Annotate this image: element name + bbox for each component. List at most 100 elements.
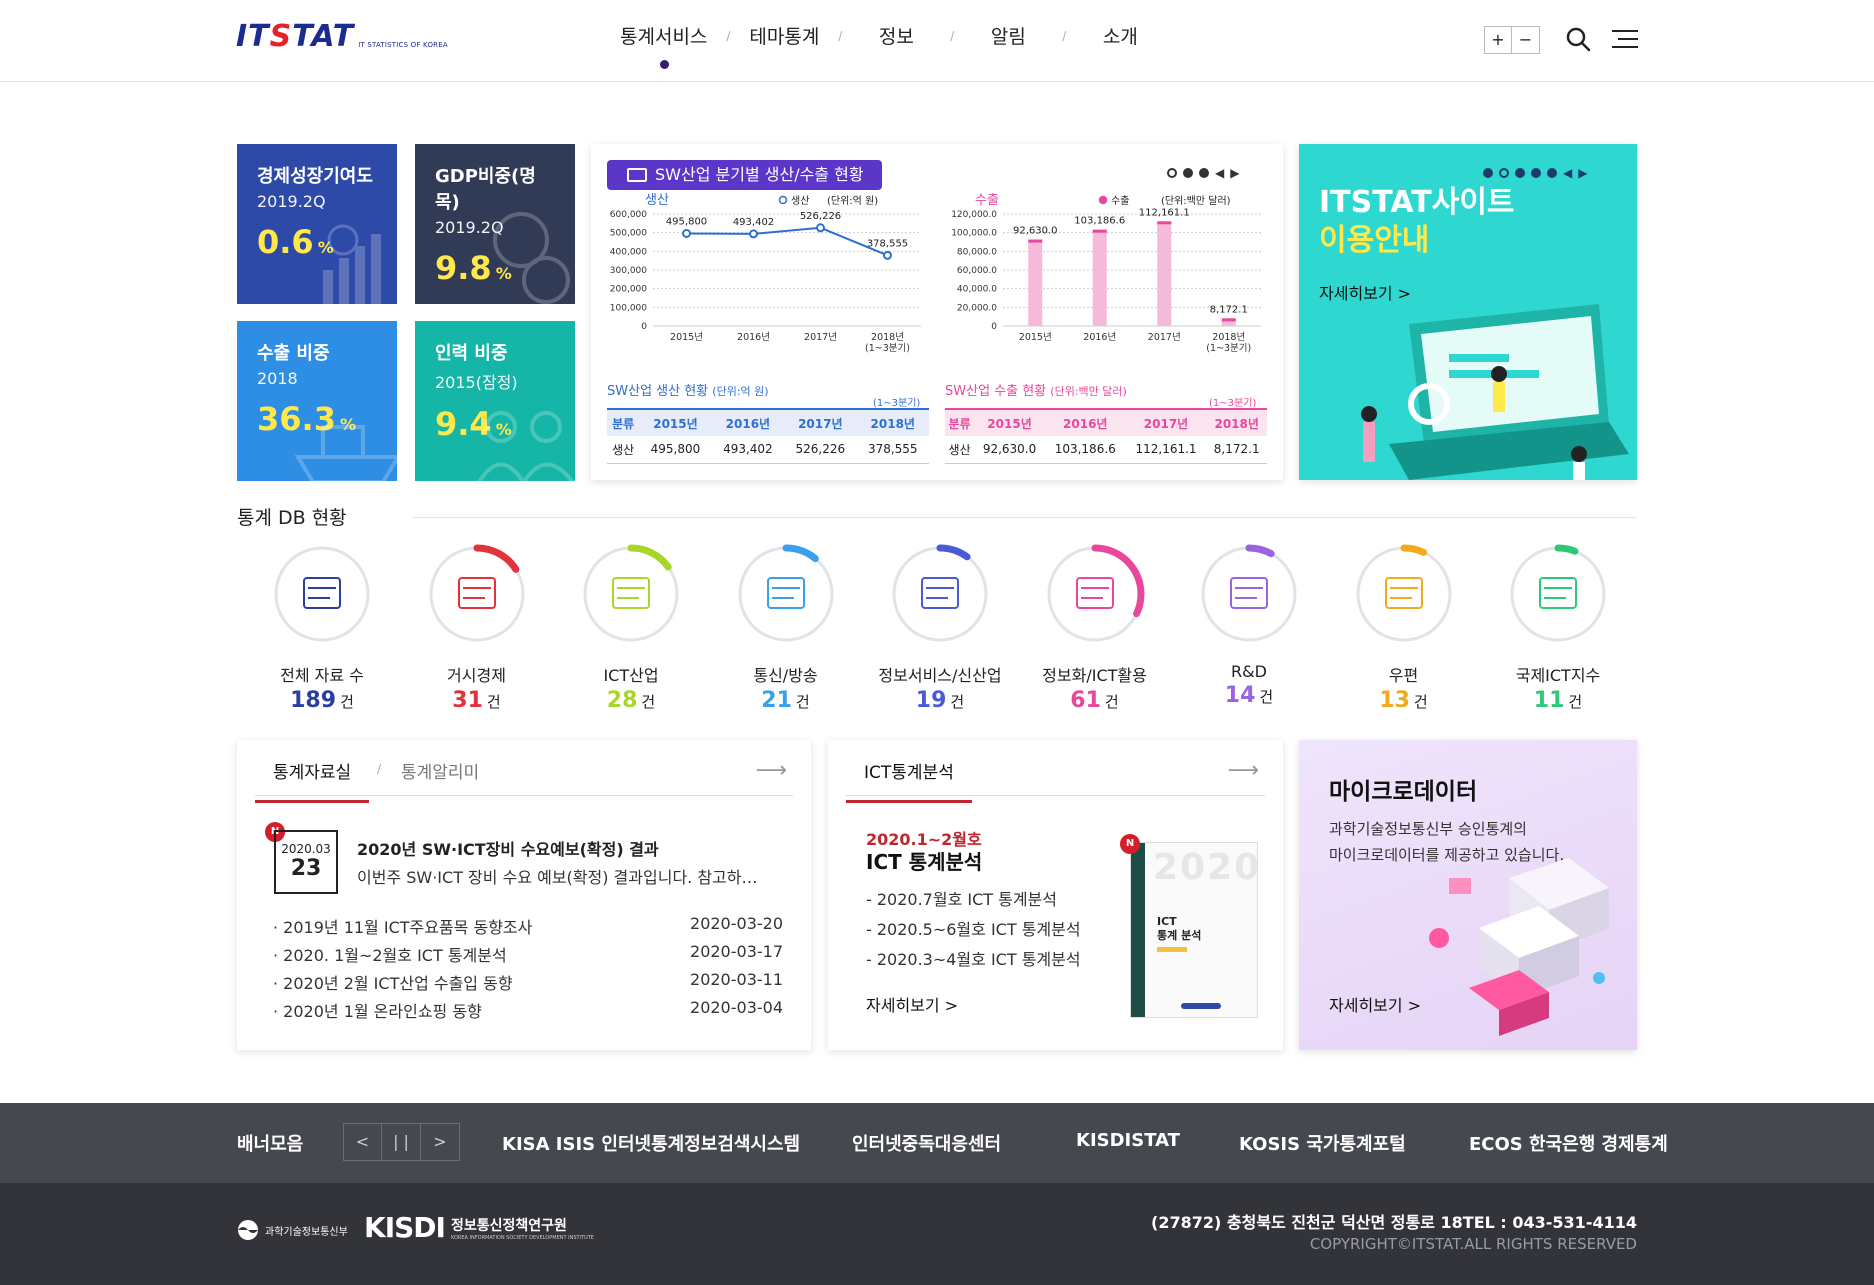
- banner-link[interactable]: ECOS 한국은행 경제통계: [1469, 1130, 1668, 1156]
- site-guide-banner[interactable]: ◀ ▶ ITSTAT사이트 이용안내 자세히보기 >: [1299, 144, 1637, 480]
- data-point: [682, 228, 691, 238]
- y-tick-label: 20,000.0: [957, 303, 997, 313]
- db-ring: [734, 542, 838, 646]
- list-item-date: 2020-03-20: [690, 914, 783, 933]
- x-tick-label: 2015년: [1019, 332, 1052, 343]
- menu-icon[interactable]: [1610, 24, 1640, 54]
- legend-label: 생산: [791, 195, 809, 207]
- table-header: 2017년: [784, 408, 857, 436]
- promo-more-link[interactable]: 자세히보기 >: [1319, 280, 1411, 304]
- list-item[interactable]: · 2020. 1월~2월호 ICT 통계분석 2020-03-17: [273, 942, 783, 970]
- zoom-in-button[interactable]: +: [1484, 26, 1512, 54]
- banner-link[interactable]: KISDISTAT: [1076, 1130, 1180, 1151]
- pager-dot[interactable]: [1183, 168, 1193, 178]
- data-label: 378,555: [867, 238, 908, 249]
- list-item[interactable]: - 2020.5~6월호 ICT 통계분석: [866, 916, 1081, 946]
- db-item[interactable]: 거시경제 31 건: [402, 542, 552, 713]
- db-item[interactable]: 국제ICT지수 11 건: [1483, 542, 1633, 713]
- list-item[interactable]: - 2020.7월호 ICT 통계분석: [866, 886, 1081, 916]
- stat-tile-gdp[interactable]: GDP비중(명목) 2019.2Q 9.8%: [415, 144, 575, 304]
- microdata-banner[interactable]: 마이크로데이터 과학기술정보통신부 승인통계의 마이크로데이터를 제공하고 있습니…: [1299, 740, 1637, 1050]
- zoom-out-button[interactable]: −: [1512, 26, 1540, 54]
- banner-link[interactable]: 인터넷중독대응센터: [852, 1130, 1001, 1156]
- pager-dot[interactable]: [1199, 168, 1209, 178]
- y-tick-label: 60,000.0: [957, 266, 997, 276]
- y-tick-label: 0: [641, 322, 647, 332]
- table-cell: 92,630.0: [974, 436, 1045, 464]
- tile-title: 인력 비중: [435, 343, 508, 364]
- arrow-right-icon[interactable]: ⟶: [1227, 758, 1259, 783]
- db-item[interactable]: 전체 자료 수 189 건: [247, 542, 397, 713]
- table-cell: 493,402: [711, 436, 785, 464]
- db-item[interactable]: 통신/방송 21 건: [711, 542, 861, 713]
- stat-tile-workforce[interactable]: 인력 비중 2015(잠정) 9.4%: [415, 321, 575, 481]
- nav-item-about[interactable]: 소개: [1085, 22, 1155, 49]
- db-item[interactable]: ICT산업 28 건: [556, 542, 706, 713]
- pager-dot[interactable]: [1499, 168, 1509, 178]
- list-item[interactable]: · 2020년 1월 온라인쇼핑 동향 2020-03-04: [273, 998, 783, 1026]
- featured-date: 2020.03 23: [274, 830, 338, 894]
- db-item[interactable]: 정보서비스/신산업 19 건: [865, 542, 1015, 713]
- pager-dot[interactable]: [1531, 168, 1541, 178]
- prev-arrow-icon[interactable]: ◀: [1215, 166, 1224, 180]
- stat-tile-export[interactable]: 수출 비중 2018 36.3%: [237, 321, 397, 481]
- table-cell: 112,161.1: [1125, 436, 1207, 464]
- pager-dot[interactable]: [1515, 168, 1525, 178]
- tab-ict-analysis[interactable]: ICT통계분석: [846, 758, 972, 803]
- ministry-logo[interactable]: 과학기술정보통신부: [237, 1219, 348, 1241]
- featured-title[interactable]: 2020년 SW·ICT장비 수요예보(확정) 결과: [357, 836, 659, 860]
- microdata-more-link[interactable]: 자세히보기 >: [1329, 992, 1421, 1016]
- next-arrow-icon[interactable]: ▶: [1578, 166, 1587, 180]
- x-tick-label: 2018년: [1212, 332, 1245, 343]
- db-label: 정보화/ICT활용: [1042, 666, 1147, 685]
- list-item[interactable]: - 2020.3~4월호 ICT 통계분석: [866, 946, 1081, 976]
- logo-subtext: IT STATISTICS OF KOREA: [358, 41, 448, 49]
- arrow-right-icon[interactable]: ⟶: [755, 758, 787, 783]
- pager-dot[interactable]: [1483, 168, 1493, 178]
- y-tick-label: 100,000: [610, 303, 647, 313]
- book-publisher-logo: [1181, 1003, 1221, 1009]
- kisdi-logo[interactable]: KISDI 정보통신정책연구원 KOREA INFORMATION SOCIET…: [364, 1211, 594, 1244]
- search-icon[interactable]: [1563, 24, 1593, 54]
- data-label: 493,402: [733, 217, 774, 228]
- nav-item-theme[interactable]: 테마통계: [749, 22, 819, 49]
- db-label: 우편: [1388, 666, 1419, 685]
- y-tick-label: 120,000.0: [951, 210, 997, 220]
- x-tick-label: 2016년: [1083, 332, 1116, 343]
- db-label: ICT산업: [603, 666, 659, 685]
- ict-more-link[interactable]: 자세히보기 >: [866, 992, 958, 1016]
- bar-cap: [1028, 239, 1043, 243]
- y-tick-label: 100,000.0: [951, 229, 997, 239]
- table-cell: 8,172.1: [1206, 436, 1267, 464]
- list-item[interactable]: · 2019년 11월 ICT주요품목 동향조사 2020-03-20: [273, 914, 783, 942]
- db-item[interactable]: R&D 14 건: [1174, 542, 1324, 708]
- banner-link[interactable]: KOSIS 국가통계포털: [1239, 1130, 1406, 1156]
- featured-desc[interactable]: 이번주 SW·ICT 장비 수요 예보(확정) 결과입니다. 참고하…: [357, 864, 777, 888]
- stat-tile-growth[interactable]: 경제성장기여도 2019.2Q 0.6%: [237, 144, 397, 304]
- pager-dot[interactable]: [1167, 168, 1177, 178]
- nav-separator: /: [1062, 28, 1067, 43]
- production-line-chart: 생산 생산 (단위:억 원) 0 100,000 200,000 300,000 400,00…: [610, 193, 921, 354]
- banner-link[interactable]: KISA ISIS 인터넷통계정보검색시스템: [502, 1130, 800, 1156]
- tab-stat-notifier[interactable]: 통계알리미: [401, 758, 479, 783]
- nav-item-service[interactable]: 통계서비스: [620, 22, 707, 69]
- nav-separator: /: [838, 28, 843, 43]
- site-logo[interactable]: ITSTAT IT STATISTICS OF KOREA: [236, 22, 448, 52]
- banner-next-button[interactable]: >: [421, 1123, 460, 1161]
- nav-item-notice[interactable]: 알림: [973, 22, 1043, 49]
- next-arrow-icon[interactable]: ▶: [1230, 166, 1239, 180]
- ict-book-cover[interactable]: 2020 ICT 통계 분석: [1130, 842, 1259, 1018]
- table-cell: 495,800: [639, 436, 712, 464]
- chart-unit-label: (단위:백만 달러): [1161, 194, 1231, 207]
- ict-issue-title[interactable]: ICT 통계분석: [866, 846, 982, 875]
- prev-arrow-icon[interactable]: ◀: [1563, 166, 1572, 180]
- banner-prev-button[interactable]: <: [343, 1123, 382, 1161]
- db-item[interactable]: 정보화/ICT활용 61 건: [1020, 542, 1170, 713]
- list-item[interactable]: · 2020년 2월 ICT산업 수출입 동향 2020-03-11: [273, 970, 783, 998]
- data-label: 8,172.1: [1210, 304, 1248, 315]
- pager-dot[interactable]: [1547, 168, 1557, 178]
- banner-pause-button[interactable]: | |: [382, 1123, 421, 1161]
- db-item[interactable]: 우편 13 건: [1329, 542, 1479, 713]
- nav-item-info[interactable]: 정보: [861, 22, 931, 49]
- tab-data-room[interactable]: 통계자료실: [255, 758, 370, 803]
